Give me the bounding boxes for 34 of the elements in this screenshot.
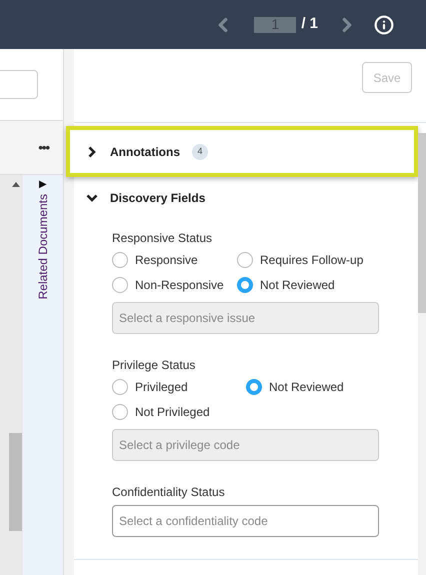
- radio-button[interactable]: [112, 404, 128, 420]
- radio-option[interactable]: Privileged: [112, 378, 246, 396]
- radio-button[interactable]: [112, 379, 128, 396]
- search-field[interactable]: [0, 70, 38, 99]
- section-title: Discovery Fields: [110, 190, 206, 207]
- field-label: Confidentiality Status: [112, 484, 226, 502]
- count-badge: 4: [192, 144, 208, 160]
- splitter[interactable]: [64, 49, 74, 575]
- radio-button[interactable]: [112, 252, 128, 268]
- page-total: / 1: [301, 14, 318, 34]
- radio-button[interactable]: [246, 379, 262, 396]
- section-header[interactable]: Discovery Fields: [74, 178, 418, 218]
- radio-option[interactable]: Not Privileged: [112, 403, 246, 422]
- related-documents-label: Related Documents: [35, 194, 51, 300]
- radio-option[interactable]: Non-Responsive: [112, 276, 237, 294]
- section-header[interactable]: Annotations 4: [66, 126, 418, 178]
- related-documents-tab[interactable]: ▶ Related Documents: [23, 175, 63, 575]
- radio-button[interactable]: [112, 277, 128, 294]
- radio-button[interactable]: [237, 277, 253, 294]
- select-field[interactable]: Select a confidentiality code: [112, 505, 379, 538]
- field-label: Privilege Status: [112, 357, 196, 374]
- scrollbar-thumb[interactable]: [9, 433, 22, 531]
- radio-option[interactable]: Not Reviewed: [246, 378, 380, 396]
- expand-arrow: ▶: [39, 180, 47, 190]
- radio-option[interactable]: Responsive: [112, 251, 237, 270]
- radio-option[interactable]: Requires Follow-up: [237, 251, 380, 270]
- field-label: Responsive Status: [112, 230, 214, 248]
- scroll-up-icon[interactable]: [12, 181, 20, 187]
- radio-button[interactable]: [237, 252, 253, 268]
- radio-option[interactable]: Not Reviewed: [237, 276, 380, 294]
- info-icon[interactable]: [374, 14, 394, 34]
- section-title: Annotations: [110, 144, 180, 161]
- more-button[interactable]: •••: [38, 141, 49, 154]
- panel-scrollbar-thumb[interactable]: [418, 133, 426, 313]
